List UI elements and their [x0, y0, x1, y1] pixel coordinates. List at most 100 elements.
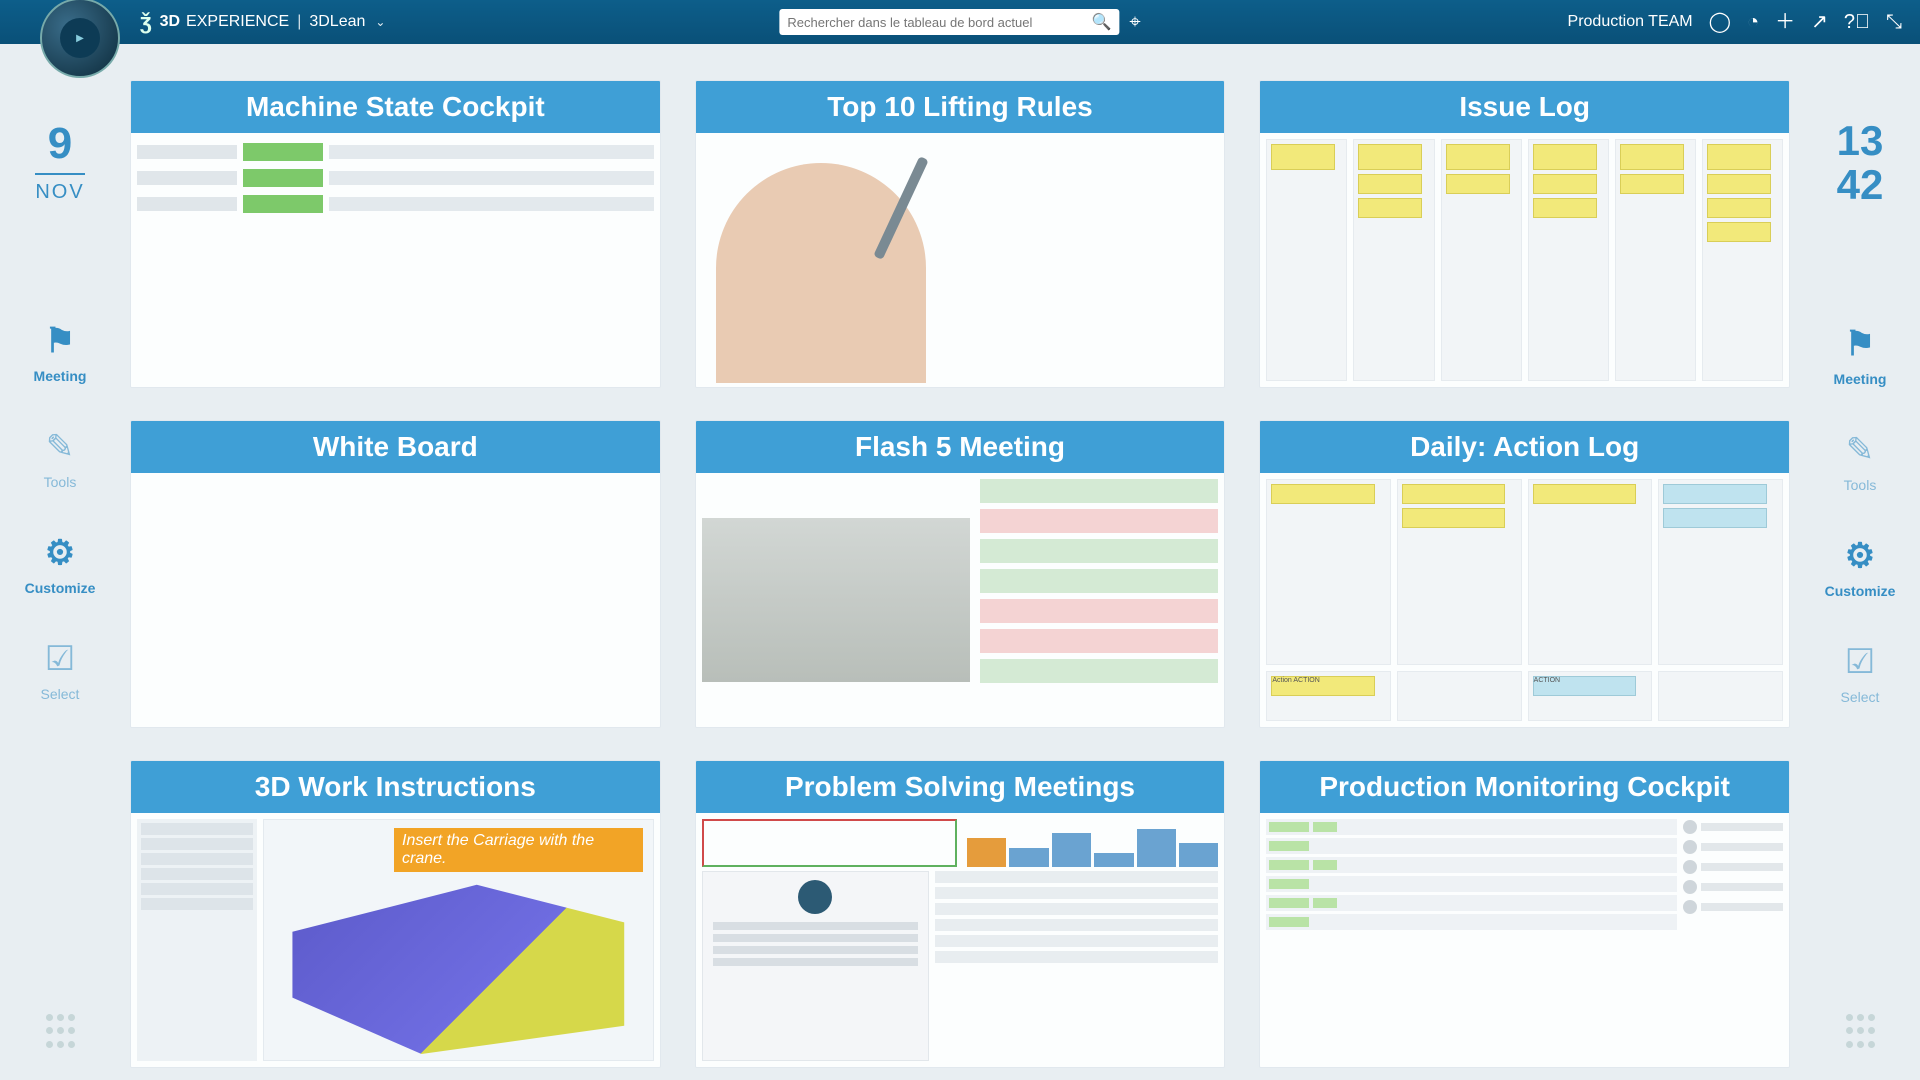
- left-rail-items: ⚑ Meeting ✎ Tools ⚙ Customize ☑ Select: [25, 324, 96, 702]
- rail-select-r[interactable]: ☑ Select: [1841, 645, 1880, 705]
- card-machine-state[interactable]: Machine State Cockpit: [130, 80, 661, 388]
- avatar: [1683, 820, 1697, 834]
- avatar: [1683, 880, 1697, 894]
- time-box: 13 42: [1837, 119, 1884, 207]
- rail-customize-label: Customize: [25, 580, 96, 596]
- card-title: 3D Work Instructions: [131, 761, 660, 813]
- search-icon[interactable]: 🔍: [1091, 12, 1111, 32]
- select-icon: ☑: [1845, 645, 1875, 679]
- card-problem-solving[interactable]: Problem Solving Meetings: [695, 760, 1226, 1068]
- sticky-note: ACTION: [1533, 676, 1636, 696]
- avatar: [798, 880, 832, 914]
- avatar: [1683, 840, 1697, 854]
- right-rail-items: ⚑ Meeting ✎ Tools ⚙ Customize ☑ Select: [1825, 327, 1896, 705]
- card-production-monitoring[interactable]: Production Monitoring Cockpit: [1259, 760, 1790, 1068]
- card-title: Flash 5 Meeting: [696, 421, 1225, 473]
- sticky-board: [1266, 139, 1783, 381]
- pen-icon: [873, 156, 929, 260]
- top-right-tools: Production TEAM ◯ ◔ ＋ ↗ ?⃝ ⤡: [1568, 12, 1902, 32]
- card-work-instructions[interactable]: 3D Work Instructions Insert the Carriage…: [130, 760, 661, 1068]
- card-body: [1260, 133, 1789, 387]
- rail-select-r-label: Select: [1841, 689, 1880, 705]
- card-title: Production Monitoring Cockpit: [1260, 761, 1789, 813]
- cad-model: [274, 866, 643, 1054]
- card-title: Issue Log: [1260, 81, 1789, 133]
- time-minute: 42: [1837, 163, 1884, 207]
- rail-tools[interactable]: ✎ Tools: [44, 430, 77, 490]
- card-title: Top 10 Lifting Rules: [696, 81, 1225, 133]
- search-wrap: 🔍 ⌖: [779, 9, 1140, 35]
- card-body: [131, 473, 660, 727]
- flag-icon: ⚑: [1845, 327, 1875, 361]
- gear-icon: ⚙: [1845, 539, 1875, 573]
- grip-icon[interactable]: [1842, 1014, 1878, 1050]
- hand-illustration: [716, 163, 926, 383]
- edit-icon: ✎: [1846, 433, 1875, 467]
- rail-tools-r-label: Tools: [1844, 477, 1877, 493]
- notification-icon[interactable]: ◔: [1747, 12, 1759, 32]
- status-bars: [980, 479, 1218, 721]
- card-body: [696, 133, 1225, 387]
- platform-title[interactable]: 3DEXPERIENCE | 3DLean ⌄: [160, 13, 386, 31]
- help-icon[interactable]: ?⃝: [1844, 12, 1870, 32]
- team-label[interactable]: Production TEAM: [1568, 13, 1693, 31]
- rail-select[interactable]: ☑ Select: [41, 642, 80, 702]
- pipe-separator: |: [297, 13, 301, 31]
- card-daily-action[interactable]: Daily: Action Log Action ACTION ACTION: [1259, 420, 1790, 728]
- card-body: Insert the Carriage with the crane.: [131, 813, 660, 1067]
- context-name: 3DLean: [309, 13, 365, 31]
- status-box: [702, 819, 957, 867]
- select-icon: ☑: [45, 642, 75, 676]
- tag-icon[interactable]: ⌖: [1129, 11, 1140, 34]
- rail-customize[interactable]: ⚙ Customize: [25, 536, 96, 596]
- rail-meeting-r[interactable]: ⚑ Meeting: [1834, 327, 1887, 387]
- ds-logo-icon: ǯ: [140, 9, 152, 35]
- card-body: [696, 813, 1225, 1067]
- chevron-down-icon[interactable]: ⌄: [375, 15, 385, 29]
- rail-select-label: Select: [41, 686, 80, 702]
- avatar: [1683, 900, 1697, 914]
- card-grid: Machine State Cockpit Top 10 Lifting Rul…: [130, 80, 1790, 1068]
- dashboard-stage: Machine State Cockpit Top 10 Lifting Rul…: [120, 44, 1800, 1080]
- left-rail: 9 NOV ⚑ Meeting ✎ Tools ⚙ Customize ☑ Se…: [0, 44, 120, 1080]
- edit-icon: ✎: [46, 430, 75, 464]
- search-input[interactable]: [787, 15, 1091, 30]
- card-title: Daily: Action Log: [1260, 421, 1789, 473]
- meeting-details: [935, 871, 1218, 1061]
- card-white-board[interactable]: White Board: [130, 420, 661, 728]
- card-body: Action ACTION ACTION: [1260, 473, 1789, 727]
- user-list: [1683, 819, 1783, 1061]
- gear-icon: ⚙: [45, 536, 75, 570]
- wi-sidebar: [137, 819, 257, 1061]
- share-icon[interactable]: ↗: [1811, 12, 1828, 32]
- card-flash5[interactable]: Flash 5 Meeting: [695, 420, 1226, 728]
- meeting-card: [702, 871, 929, 1061]
- avatar: [1683, 860, 1697, 874]
- rail-meeting[interactable]: ⚑ Meeting: [34, 324, 87, 384]
- card-title: White Board: [131, 421, 660, 473]
- rail-customize-r[interactable]: ⚙ Customize: [1825, 539, 1896, 599]
- rail-meeting-r-label: Meeting: [1834, 371, 1887, 387]
- card-body: [131, 133, 660, 387]
- rail-customize-r-label: Customize: [1825, 583, 1896, 599]
- compass-icon[interactable]: ▶: [40, 0, 120, 78]
- flag-icon: ⚑: [45, 324, 75, 358]
- card-issue-log[interactable]: Issue Log: [1259, 80, 1790, 388]
- search-box[interactable]: 🔍: [779, 9, 1119, 35]
- grip-icon[interactable]: [42, 1014, 78, 1050]
- card-lifting-rules[interactable]: Top 10 Lifting Rules: [695, 80, 1226, 388]
- date-box: 9 NOV: [35, 119, 84, 204]
- mini-bar-chart: [967, 819, 1218, 867]
- card-title: Machine State Cockpit: [131, 81, 660, 133]
- play-icon: ▶: [60, 18, 100, 58]
- rail-tools-r[interactable]: ✎ Tools: [1844, 433, 1877, 493]
- collapse-icon[interactable]: ⤡: [1886, 12, 1902, 32]
- date-month: NOV: [35, 173, 84, 204]
- add-icon[interactable]: ＋: [1775, 12, 1795, 32]
- card-title: Problem Solving Meetings: [696, 761, 1225, 813]
- brand-block: ǯ 3DEXPERIENCE | 3DLean ⌄: [140, 9, 385, 35]
- rail-tools-label: Tools: [44, 474, 77, 490]
- user-icon[interactable]: ◯: [1709, 12, 1731, 32]
- card-body: [696, 473, 1225, 727]
- sticky-note: Action ACTION: [1271, 676, 1374, 696]
